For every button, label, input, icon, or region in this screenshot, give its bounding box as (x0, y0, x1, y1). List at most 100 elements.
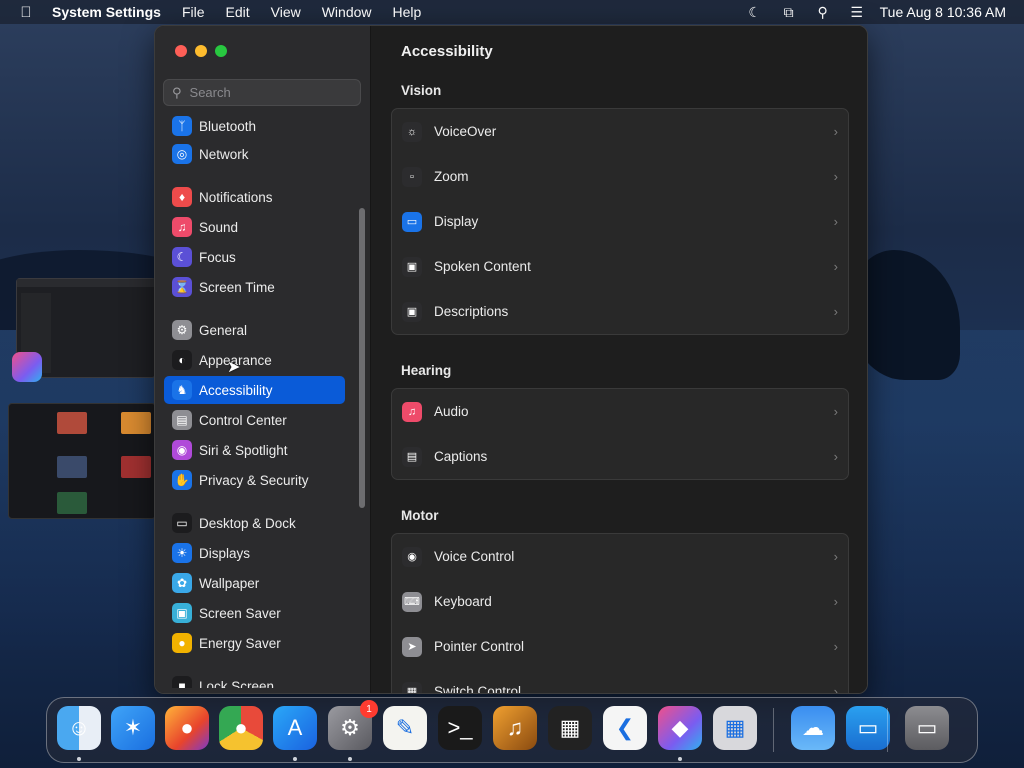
app-store-icon[interactable]: A (273, 706, 317, 750)
chevron-right-icon: › (833, 259, 838, 274)
sidebar-item-wallpaper[interactable]: ✿ Wallpaper (164, 569, 345, 597)
safari-icon[interactable]: ✶ (111, 706, 155, 750)
sidebar-item-screen-time[interactable]: ⌛ Screen Time (164, 273, 345, 301)
section-title-motor: Motor (401, 508, 439, 523)
sidebar-item-displays[interactable]: ☀ Displays (164, 539, 345, 567)
chrome-icon[interactable]: ● (219, 706, 263, 750)
row-label: Audio (434, 404, 469, 419)
sidebar-item-sound[interactable]: ♫ Sound (164, 213, 345, 241)
moon-icon[interactable]: ☾ (738, 4, 772, 21)
row-audio[interactable]: ♫ Audio › (392, 389, 848, 434)
notification-badge: 1 (360, 700, 378, 718)
chevron-right-icon: › (833, 639, 838, 654)
keynote-icon[interactable]: ▭ (846, 706, 890, 750)
firefox-icon[interactable]: ● (165, 706, 209, 750)
textedit-icon[interactable]: ✎ (383, 706, 427, 750)
menu-clock[interactable]: Tue Aug 8 10:36 AM (880, 4, 1006, 20)
dock: ☺ ✶ ● ● A ⚙ 1 ✎ >_ ♫ ▦ ❮ ◆ ▦ ☁ ▭ ▭ (46, 697, 978, 763)
menu-app-name[interactable]: System Settings (52, 4, 161, 20)
sidebar-item-notifications[interactable]: ♦ Notifications (164, 183, 345, 211)
row-label: Display (434, 214, 479, 229)
sidebar-item-focus[interactable]: ☾ Focus (164, 243, 345, 271)
trash-icon[interactable]: ▭ (905, 706, 949, 750)
sidebar-item-energy-saver[interactable]: ● Energy Saver (164, 629, 345, 657)
settings-group-motor: ◉ Voice Control › ⌨ Keyboard › ➤ Pointer Contro… (391, 533, 849, 694)
sidebar-item-label: Lock Screen (199, 678, 275, 689)
voice-control-icon: ◉ (402, 546, 422, 567)
menu-window[interactable]: Window (322, 4, 372, 20)
sidebar-item-control-center[interactable]: ▤ Control Center (164, 406, 345, 434)
chevron-right-icon: › (833, 684, 838, 694)
sidebar-item-privacy-security[interactable]: ✋ Privacy & Security (164, 466, 345, 494)
lock-icon: ■ (172, 676, 192, 688)
screen-saver-icon: ▣ (172, 603, 192, 623)
row-voiceover[interactable]: ☼ VoiceOver › (392, 109, 848, 154)
system-settings-window: ⚲ ᛉ Bluetooth ◎ Network ♦ Notifications ♫ Sound… (154, 25, 868, 694)
activity-icon[interactable]: ▦ (548, 706, 592, 750)
shortcuts-icon[interactable]: ◆ (658, 706, 702, 750)
close-button[interactable] (175, 45, 187, 57)
system-settings-icon[interactable]: ⚙ 1 (328, 700, 378, 750)
row-label: Switch Control (434, 684, 522, 694)
control-center-icon[interactable]: ☰ (840, 4, 874, 21)
menu-edit[interactable]: Edit (226, 4, 250, 20)
sidebar-item-bluetooth[interactable]: ᛉ Bluetooth (164, 112, 345, 140)
chevron-right-icon: › (833, 124, 838, 139)
accessibility-icon: ♞ (172, 380, 192, 400)
sidebar-item-label: Notifications (199, 189, 273, 205)
sidebar-item-lock-screen[interactable]: ■ Lock Screen (164, 672, 345, 688)
row-keyboard[interactable]: ⌨ Keyboard › (392, 579, 848, 624)
row-switch-control[interactable]: ▦ Switch Control › (392, 669, 848, 694)
chevron-right-icon: › (833, 304, 838, 319)
finder-icon[interactable]: ☺ (57, 706, 101, 750)
search-field[interactable]: ⚲ (163, 79, 361, 106)
weather-icon[interactable]: ☁ (791, 706, 835, 750)
menu-view[interactable]: View (271, 4, 301, 20)
sidebar-item-label: Control Center (199, 412, 287, 428)
row-zoom[interactable]: ▫ Zoom › (392, 154, 848, 199)
sidebar-scrollbar[interactable] (359, 208, 365, 508)
menu-file[interactable]: File (182, 4, 205, 20)
minimize-button[interactable] (195, 45, 207, 57)
background-window-thumbnail[interactable] (8, 403, 156, 519)
keyboard-icon: ⌨ (402, 591, 422, 612)
garageband-icon[interactable]: ♫ (493, 706, 537, 750)
sidebar-item-label: Accessibility (199, 382, 273, 398)
lightbulb-icon: ● (172, 633, 192, 653)
running-indicator (678, 757, 682, 761)
zoom-button[interactable] (215, 45, 227, 57)
bell-icon: ♦ (172, 187, 192, 207)
launchpad-icon[interactable]: ▦ (713, 706, 757, 750)
gear-icon: ⚙ (172, 320, 192, 340)
sidebar-item-siri-spotlight[interactable]: ◉ Siri & Spotlight (164, 436, 345, 464)
shortcuts-icon (12, 352, 42, 382)
sidebar-item-appearance[interactable]: ◐ Appearance (164, 346, 345, 374)
row-pointer-control[interactable]: ➤ Pointer Control › (392, 624, 848, 669)
chevron-right-icon: › (833, 214, 838, 229)
screen-mirroring-icon[interactable]: ⧉ (772, 4, 806, 21)
menu-help[interactable]: Help (393, 4, 422, 20)
section-title-hearing: Hearing (401, 363, 452, 378)
row-display[interactable]: ▭ Display › (392, 199, 848, 244)
row-spoken-content[interactable]: ▣ Spoken Content › (392, 244, 848, 289)
search-icon[interactable]: ⚲ (806, 4, 840, 21)
sidebar-item-general[interactable]: ⚙ General (164, 316, 345, 344)
sidebar-item-accessibility[interactable]: ♞ Accessibility (164, 376, 345, 404)
vscode-icon[interactable]: ❮ (603, 706, 647, 750)
sidebar-item-label: Sound (199, 219, 239, 235)
row-captions[interactable]: ▤ Captions › (392, 434, 848, 479)
sidebar-item-label: Siri & Spotlight (199, 442, 288, 458)
menu-bar:  System Settings File Edit View Window … (0, 0, 1024, 24)
section-title-vision: Vision (401, 83, 442, 98)
sidebar-item-desktop-dock[interactable]: ▭ Desktop & Dock (164, 509, 345, 537)
row-descriptions[interactable]: ▣ Descriptions › (392, 289, 848, 334)
sidebar-item-screen-saver[interactable]: ▣ Screen Saver (164, 599, 345, 627)
settings-group-vision: ☼ VoiceOver › ▫ Zoom › ▭ Display › ▣ Spoken Conten… (391, 108, 849, 335)
bluetooth-icon: ᛉ (172, 116, 192, 136)
search-input[interactable] (189, 85, 350, 100)
sidebar-item-network[interactable]: ◎ Network (164, 140, 345, 168)
row-voice-control[interactable]: ◉ Voice Control › (392, 534, 848, 579)
apple-logo-icon[interactable]:  (0, 4, 52, 21)
terminal-icon[interactable]: >_ (438, 706, 482, 750)
sidebar-item-label: Wallpaper (199, 575, 260, 591)
